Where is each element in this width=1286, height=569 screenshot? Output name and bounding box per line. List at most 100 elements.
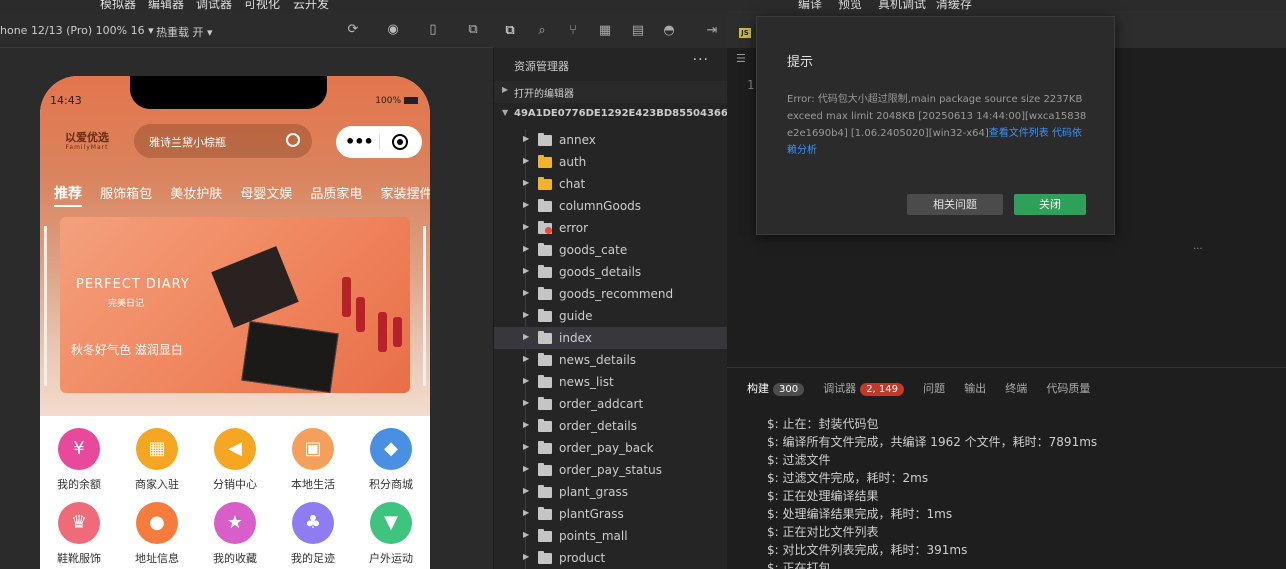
grid-item-points-mall[interactable]: ◆ 积分商城 xyxy=(352,428,430,492)
search-bar[interactable]: 雅诗兰黛小棕瓶 xyxy=(134,124,312,158)
split-panel-icon[interactable]: ⇥ xyxy=(704,23,720,39)
search-icon[interactable] xyxy=(286,133,300,147)
tree-folder-columnGoods[interactable]: ▶ columnGoods xyxy=(494,195,728,217)
tree-folder-order_pay_back[interactable]: ▶ order_pay_back xyxy=(494,437,728,459)
more-actions-icon[interactable]: ··· xyxy=(693,52,709,68)
menu-editor[interactable]: 编辑器 xyxy=(148,0,184,11)
grid-item-footprint[interactable]: ♣ 我的足迹 xyxy=(274,502,352,566)
refresh-icon[interactable]: ⟳ xyxy=(346,23,360,37)
docker-icon[interactable]: ◓ xyxy=(661,23,677,39)
chevron-right-icon[interactable]: ▶ xyxy=(523,464,529,473)
tab-home-decor[interactable]: 家装摆件 xyxy=(381,183,430,202)
promo-banner[interactable]: PERFECT DIARY 完美日记 秋冬好气色 滋润显白 xyxy=(60,217,410,393)
chevron-right-icon[interactable]: ▶ xyxy=(523,222,529,231)
tab-recommend[interactable]: 推荐 xyxy=(54,183,82,207)
menu-cloud[interactable]: 云开发 xyxy=(293,0,329,11)
chevron-right-icon[interactable]: ▶ xyxy=(523,266,529,275)
chevron-right-icon[interactable]: ▶ xyxy=(523,486,529,495)
source-control-icon[interactable]: ⑂ xyxy=(565,23,581,39)
close-button[interactable]: 关闭 xyxy=(1014,194,1086,215)
chevron-right-icon[interactable]: ▶ xyxy=(523,552,529,561)
chevron-right-icon[interactable]: ▶ xyxy=(523,200,529,209)
extensions-icon[interactable]: ▦ xyxy=(597,23,613,39)
tree-folder-order_addcart[interactable]: ▶ order_addcart xyxy=(494,393,728,415)
chevron-right-icon[interactable]: ▶ xyxy=(523,156,529,165)
grid-item-shoes[interactable]: ♛ 鞋靴服饰 xyxy=(40,502,118,566)
menu-compile[interactable]: 编译 xyxy=(798,0,822,11)
tab-code-quality[interactable]: 代码质量 xyxy=(1046,380,1090,396)
view-file-list-link[interactable]: 查看文件列表 xyxy=(989,128,1049,139)
menu-device-debug[interactable]: 真机调试 xyxy=(878,0,926,11)
detach-window-icon[interactable]: ⧉ xyxy=(466,23,480,37)
tab-appliance[interactable]: 品质家电 xyxy=(310,183,362,202)
tab-apparel[interactable]: 服饰箱包 xyxy=(100,183,152,202)
chevron-right-icon[interactable]: ▶ xyxy=(523,530,529,539)
tree-folder-product[interactable]: ▶ product xyxy=(494,547,728,569)
search-icon[interactable]: ⌕ xyxy=(534,23,550,39)
tab-beauty[interactable]: 美妆护肤 xyxy=(170,183,222,202)
tree-folder-annex[interactable]: ▶ annex xyxy=(494,129,728,151)
tree-folder-chat[interactable]: ▶ chat xyxy=(494,173,728,195)
tree-folder-guide[interactable]: ▶ guide xyxy=(494,305,728,327)
tree-folder-goods_details[interactable]: ▶ goods_details xyxy=(494,261,728,283)
hot-reload-toggle[interactable]: 热重载 开 ▾ xyxy=(156,24,213,40)
chevron-right-icon[interactable]: ▶ xyxy=(523,508,529,517)
tree-folder-error[interactable]: ▶ error xyxy=(494,217,728,239)
stop-icon[interactable]: ◉ xyxy=(386,23,400,37)
tree-folder-goods_recommend[interactable]: ▶ goods_recommend xyxy=(494,283,728,305)
js-file-icon[interactable]: JS xyxy=(739,28,751,38)
grid-item-address[interactable]: ● 地址信息 xyxy=(118,502,196,566)
chevron-right-icon[interactable]: ▶ xyxy=(523,288,529,297)
grid-item-favorites[interactable]: ★ 我的收藏 xyxy=(196,502,274,566)
project-section[interactable]: ▼ 49A1DE0776DE1292E423BD8550436679 xyxy=(494,104,742,126)
chevron-right-icon[interactable]: ▶ xyxy=(523,442,529,451)
grid-item-balance[interactable]: ¥ 我的余额 xyxy=(40,428,118,492)
menu-simulator[interactable]: 模拟器 xyxy=(100,0,136,11)
tab-terminal[interactable]: 终端 xyxy=(1005,380,1027,396)
tree-folder-points_mall[interactable]: ▶ points_mall xyxy=(494,525,728,547)
tree-folder-index[interactable]: ▶ index xyxy=(494,327,728,349)
grid-item-merchant[interactable]: ▦ 商家入驻 xyxy=(118,428,196,492)
tree-folder-news_list[interactable]: ▶ news_list xyxy=(494,371,728,393)
tab-baby[interactable]: 母婴文娱 xyxy=(240,183,292,202)
chevron-right-icon[interactable]: ▶ xyxy=(523,420,529,429)
menu-preview[interactable]: 预览 xyxy=(838,0,862,11)
outline-icon[interactable]: ☰ xyxy=(736,52,746,65)
chevron-right-icon[interactable]: ▶ xyxy=(523,178,529,187)
grid-item-local-life[interactable]: ▣ 本地生活 xyxy=(274,428,352,492)
open-editors-section[interactable]: ▶ 打开的编辑器 xyxy=(494,81,728,103)
tree-folder-auth[interactable]: ▶ auth xyxy=(494,151,728,173)
files-icon[interactable]: ⧉ xyxy=(502,23,518,39)
grid-item-distribution[interactable]: ◀ 分销中心 xyxy=(196,428,274,492)
phone-icon[interactable]: ▯ xyxy=(426,23,440,37)
tab-output[interactable]: 输出 xyxy=(964,380,986,396)
chevron-right-icon[interactable]: ▶ xyxy=(523,398,529,407)
menu-debugger[interactable]: 调试器 xyxy=(196,0,232,11)
chevron-right-icon[interactable]: ▶ xyxy=(523,310,529,319)
tree-folder-news_details[interactable]: ▶ news_details xyxy=(494,349,728,371)
storage-icon[interactable]: ▤ xyxy=(630,23,646,39)
tab-problems[interactable]: 问题 xyxy=(923,380,945,396)
grid-item-outdoor[interactable]: ▼ 户外运动 xyxy=(352,502,430,566)
chevron-right-icon[interactable]: ▶ xyxy=(523,376,529,385)
chevron-right-icon[interactable]: ▶ xyxy=(523,244,529,253)
tree-folder-plant_grass[interactable]: ▶ plant_grass xyxy=(494,481,728,503)
grid-item-label: 积分商城 xyxy=(369,478,413,491)
chevron-right-icon[interactable]: ▶ xyxy=(523,134,529,143)
chevron-right-icon[interactable]: ▶ xyxy=(523,354,529,363)
device-selector[interactable]: hone 12/13 (Pro) 100% 16 ▾ xyxy=(0,24,154,37)
tab-build[interactable]: 构建 300 xyxy=(747,380,805,396)
tree-folder-plantGrass[interactable]: ▶ plantGrass xyxy=(494,503,728,525)
menu-visual[interactable]: 可视化 xyxy=(244,0,280,11)
tree-folder-goods_cate[interactable]: ▶ goods_cate xyxy=(494,239,728,261)
tree-folder-order_pay_status[interactable]: ▶ order_pay_status xyxy=(494,459,728,481)
tree-folder-order_details[interactable]: ▶ order_details xyxy=(494,415,728,437)
simulator-toolbar: hone 12/13 (Pro) 100% 16 ▾ 热重载 开 ▾ ⟳ ◉ ▯… xyxy=(0,11,493,48)
folder-name: annex xyxy=(559,133,596,147)
more-menu-icon[interactable]: ••• xyxy=(345,132,374,151)
related-issues-button[interactable]: 相关问题 xyxy=(907,194,1003,215)
close-miniprogram-icon[interactable] xyxy=(392,134,408,150)
tab-debugger[interactable]: 调试器 2, 149 xyxy=(823,380,904,396)
chevron-right-icon[interactable]: ▶ xyxy=(523,332,529,341)
menu-clear-cache[interactable]: 清缓存 xyxy=(936,0,972,11)
